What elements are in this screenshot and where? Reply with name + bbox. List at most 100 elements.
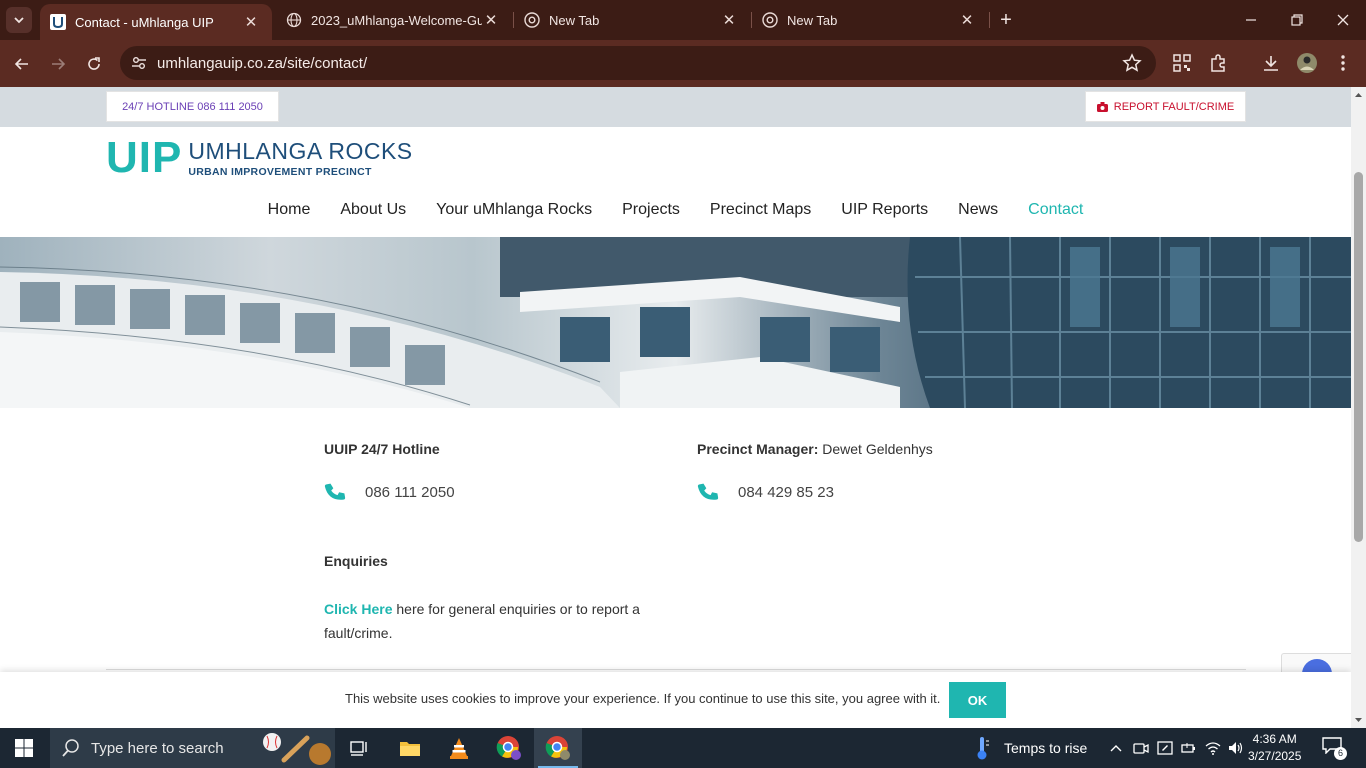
enquiries-title: Enquiries: [324, 553, 388, 569]
profile-button[interactable]: [1295, 51, 1319, 75]
chrome-icon: [524, 12, 540, 28]
qr-code-icon: [1173, 54, 1191, 72]
clock-time: 4:36 AM: [1252, 732, 1297, 746]
downloads-button[interactable]: [1259, 51, 1283, 75]
click-here-link[interactable]: Click Here: [324, 601, 392, 617]
site-settings-icon[interactable]: [130, 54, 148, 72]
weather-text[interactable]: Temps to rise: [1004, 740, 1087, 756]
manager-name: Dewet Geldenhys: [822, 441, 933, 457]
close-tab-icon[interactable]: ✕: [482, 11, 500, 29]
reload-icon: [88, 57, 100, 70]
close-window-button[interactable]: [1320, 0, 1366, 40]
wifi-icon[interactable]: [1205, 740, 1221, 756]
hotline-phone: 086 111 2050: [365, 483, 455, 501]
recaptcha-badge[interactable]: [1281, 653, 1351, 674]
web-page: 24/7 HOTLINE 086 111 2050 REPORT FAULT/C…: [0, 87, 1351, 728]
report-fault-button[interactable]: REPORT FAULT/CRIME: [1085, 91, 1246, 122]
restore-icon: [1291, 14, 1303, 26]
close-tab-icon[interactable]: ✕: [720, 11, 738, 29]
search-placeholder: Type here to search: [91, 739, 224, 757]
thermometer-icon: [977, 737, 989, 760]
chevron-up-icon[interactable]: [1110, 742, 1122, 754]
chrome-icon: [762, 12, 778, 28]
enquiries-text-line-2: fault/crime.: [324, 625, 393, 641]
task-view-button[interactable]: [336, 728, 384, 768]
browser-tab-strip: Contact - uMhlanga UIP ✕ 2023_uMhlanga-W…: [0, 0, 1366, 40]
taskbar-search[interactable]: Type here to search: [50, 728, 335, 768]
avatar: [1297, 53, 1317, 73]
logo-name: UMHLANGA ROCKS: [188, 138, 413, 164]
manager-phone-row[interactable]: 084 429 85 23: [697, 481, 834, 503]
file-explorer-button[interactable]: [386, 728, 434, 768]
reload-button[interactable]: [79, 49, 109, 79]
report-fault-label: REPORT FAULT/CRIME: [1113, 100, 1235, 113]
nav-news[interactable]: News: [943, 201, 1013, 219]
search-icon: [62, 739, 79, 757]
nav-home[interactable]: Home: [253, 201, 326, 219]
address-bar[interactable]: umhlangauip.co.za/site/contact/: [120, 46, 1156, 80]
site-logo[interactable]: UIP UMHLANGA ROCKS URBAN IMPROVEMENT PRE…: [106, 133, 413, 182]
camera-icon: [1096, 101, 1108, 112]
chrome-profile-button[interactable]: [485, 728, 533, 768]
cookie-ok-button[interactable]: OK: [949, 682, 1006, 718]
hotline-button[interactable]: 24/7 HOTLINE 086 111 2050: [106, 91, 279, 122]
meet-now-icon[interactable]: [1133, 740, 1149, 756]
manager-phone: 084 429 85 23: [738, 483, 834, 501]
enquiries-text-line-1: here for general enquiries or to report …: [392, 601, 640, 617]
chrome-active-button[interactable]: [534, 728, 582, 768]
restore-button[interactable]: [1274, 0, 1320, 40]
manager-line: Precinct Manager: Dewet Geldenhys: [697, 441, 933, 457]
minimize-icon: [1246, 19, 1256, 21]
building-photo: [0, 237, 1351, 408]
scroll-down-icon[interactable]: [1351, 714, 1366, 726]
close-tab-icon[interactable]: ✕: [958, 11, 976, 29]
notification-count-badge: 6: [1334, 747, 1347, 760]
tab-contact[interactable]: Contact - uMhlanga UIP ✕: [40, 4, 272, 40]
close-icon: [1337, 14, 1349, 26]
pen-tablet-icon[interactable]: [1157, 740, 1173, 756]
tab-search-button[interactable]: [6, 7, 32, 33]
enquiries-text: Click Here here for general enquiries or…: [324, 597, 664, 645]
logo-mark: UIP: [106, 133, 183, 182]
vlc-icon: [450, 738, 468, 759]
new-tab-button[interactable]: +: [994, 8, 1018, 32]
volume-icon[interactable]: [1228, 740, 1244, 756]
nav-your-umhlanga-rocks[interactable]: Your uMhlanga Rocks: [421, 201, 607, 219]
baseball-doodle-icon: [263, 733, 331, 765]
nav-uip-reports[interactable]: UIP Reports: [826, 201, 943, 219]
tab-welcome-guide[interactable]: 2023_uMhlanga-Welcome-Guid ✕: [276, 0, 512, 40]
extensions-button[interactable]: [1206, 51, 1230, 75]
nav-about-us[interactable]: About Us: [325, 201, 421, 219]
task-view-icon: [350, 741, 367, 756]
vlc-button[interactable]: [435, 728, 483, 768]
close-tab-icon[interactable]: ✕: [242, 13, 260, 31]
page-scrollbar[interactable]: [1351, 87, 1366, 728]
forward-button[interactable]: [43, 49, 73, 79]
hotline-phone-row[interactable]: 086 111 2050: [324, 481, 455, 503]
hero-image: [0, 237, 1351, 408]
battery-plug-icon[interactable]: [1181, 740, 1197, 756]
download-icon: [1264, 56, 1278, 71]
windows-logo-icon: [15, 739, 33, 757]
nav-precinct-maps[interactable]: Precinct Maps: [695, 201, 826, 219]
clock-date: 3/27/2025: [1248, 749, 1302, 763]
browser-menu-button[interactable]: [1331, 51, 1355, 75]
nav-projects[interactable]: Projects: [607, 201, 695, 219]
back-button[interactable]: [7, 49, 37, 79]
manager-label: Precinct Manager:: [697, 441, 819, 457]
qr-code-button[interactable]: [1170, 51, 1194, 75]
chevron-down-icon: [14, 17, 24, 24]
bookmark-star-icon[interactable]: [1122, 53, 1142, 73]
top-bar: 24/7 HOTLINE 086 111 2050 REPORT FAULT/C…: [0, 87, 1351, 127]
start-button[interactable]: [0, 728, 48, 768]
system-clock[interactable]: 4:36 AM 3/27/2025: [1248, 731, 1301, 765]
notification-center-button[interactable]: 6: [1322, 736, 1347, 760]
tab-new-tab-1[interactable]: New Tab ✕: [514, 0, 750, 40]
scroll-up-icon[interactable]: [1351, 89, 1366, 101]
tab-new-tab-2[interactable]: New Tab ✕: [752, 0, 988, 40]
minimize-button[interactable]: [1228, 0, 1274, 40]
scrollbar-thumb[interactable]: [1354, 172, 1363, 542]
nav-contact[interactable]: Contact: [1013, 201, 1098, 219]
globe-icon: [286, 12, 302, 28]
content-divider: [106, 669, 1246, 670]
